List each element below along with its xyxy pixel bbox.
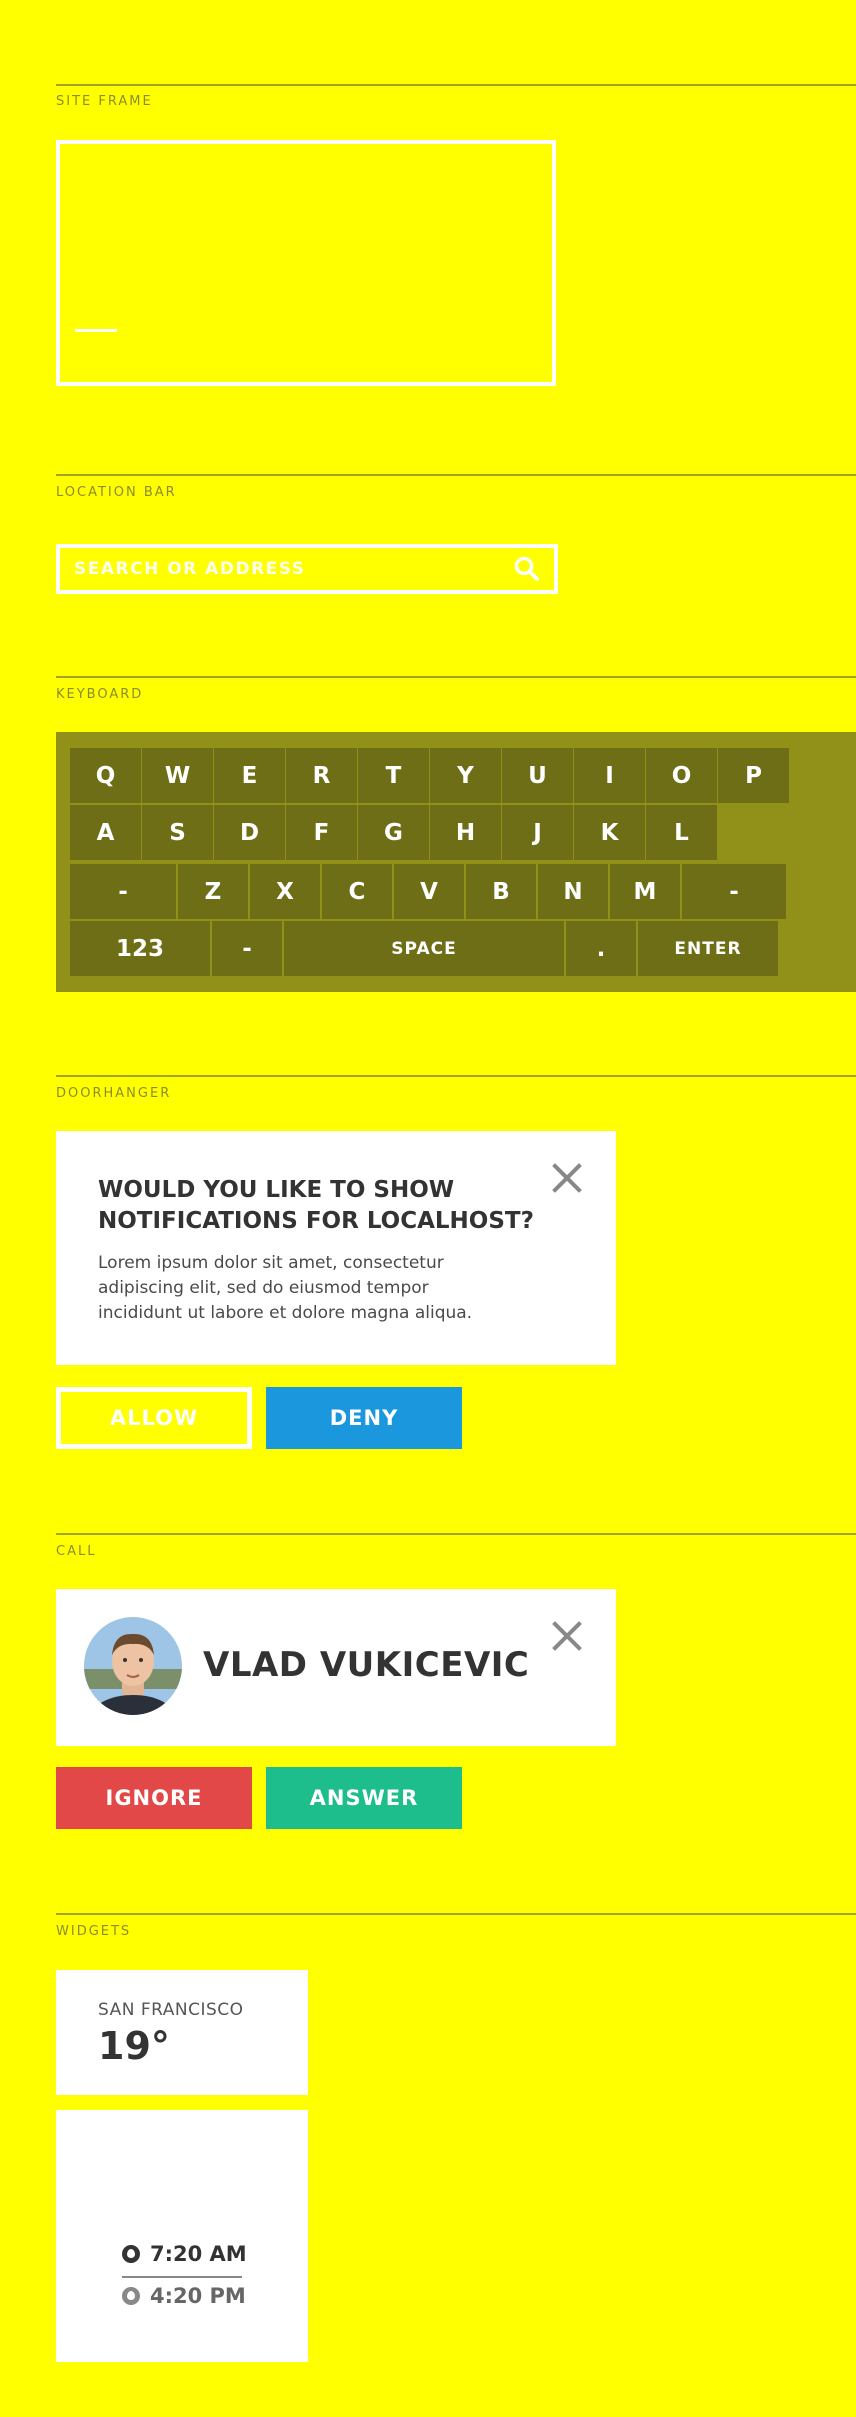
key-i[interactable]: I	[574, 748, 645, 803]
doorhanger-title: WOULD YOU LIKE TO SHOW NOTIFICATIONS FOR…	[98, 1177, 534, 1234]
key-g[interactable]: G	[358, 805, 429, 860]
close-icon[interactable]	[550, 1619, 584, 1653]
answer-button[interactable]: ANSWER	[266, 1767, 462, 1829]
call-panel: VLAD VUKICEVIC	[56, 1589, 616, 1746]
key-l[interactable]: L	[646, 805, 717, 860]
deny-button[interactable]: DENY	[266, 1387, 462, 1449]
caller-name: VLAD VUKICEVIC	[203, 1645, 530, 1685]
key-q[interactable]: Q	[70, 748, 141, 803]
key-e[interactable]: E	[214, 748, 285, 803]
key-dash[interactable]: -	[682, 864, 786, 919]
sunrise-icon	[122, 2245, 140, 2263]
site-frame-dash	[75, 329, 117, 332]
key-dash[interactable]: -	[212, 921, 282, 976]
sun-times-widget: 7:20 AM 4:20 PM	[56, 2110, 308, 2362]
key-a[interactable]: A	[70, 805, 141, 860]
key-enter[interactable]: ENTER	[638, 921, 778, 976]
search-input[interactable]	[60, 558, 512, 580]
location-bar	[56, 544, 558, 594]
divider	[56, 1913, 856, 1915]
ignore-button[interactable]: IGNORE	[56, 1767, 252, 1829]
key-u[interactable]: U	[502, 748, 573, 803]
keyboard: Q W E R T Y U I O P A S D F G H J K L - Z X C V B N M -123- SPACE. EN…	[56, 732, 856, 992]
key-h[interactable]: H	[430, 805, 501, 860]
key-x[interactable]: X	[250, 864, 320, 919]
divider	[56, 1533, 856, 1535]
close-icon[interactable]	[550, 1161, 584, 1195]
section-label-widgets: WIDGETS	[56, 1924, 132, 1939]
divider	[56, 84, 856, 86]
key-t[interactable]: T	[358, 748, 429, 803]
site-frame	[56, 140, 556, 386]
sunset-icon	[122, 2287, 140, 2305]
sun-divider	[122, 2276, 242, 2278]
key-y[interactable]: Y	[430, 748, 501, 803]
weather-city: SAN FRANCISCO	[98, 2000, 244, 2020]
key-b[interactable]: B	[466, 864, 536, 919]
key-v[interactable]: V	[394, 864, 464, 919]
key-f[interactable]: F	[286, 805, 357, 860]
key-z[interactable]: Z	[178, 864, 248, 919]
weather-temperature: 19°	[98, 2024, 170, 2068]
section-label-location-bar: LOCATION BAR	[56, 485, 177, 500]
key-p[interactable]: P	[718, 748, 789, 803]
key-o[interactable]: O	[646, 748, 717, 803]
section-label-call: CALL	[56, 1544, 97, 1559]
allow-button[interactable]: ALLOW	[56, 1387, 252, 1449]
key-dash[interactable]: -	[70, 864, 176, 919]
key-space[interactable]: SPACE	[284, 921, 564, 976]
divider	[56, 676, 856, 678]
avatar	[84, 1617, 182, 1715]
key-m[interactable]: M	[610, 864, 680, 919]
section-label-doorhanger: DOORHANGER	[56, 1086, 172, 1101]
key-period[interactable]: .	[566, 921, 636, 976]
key-n[interactable]: N	[538, 864, 608, 919]
key-123[interactable]: 123	[70, 921, 210, 976]
weather-widget: SAN FRANCISCO 19°	[56, 1970, 308, 2095]
key-r[interactable]: R	[286, 748, 357, 803]
divider	[56, 1075, 856, 1077]
doorhanger-body: Lorem ipsum dolor sit amet, consectetur …	[98, 1253, 473, 1323]
doorhanger-panel: WOULD YOU LIKE TO SHOW NOTIFICATIONS FOR…	[56, 1131, 616, 1365]
key-s[interactable]: S	[142, 805, 213, 860]
section-label-site-frame: SITE FRAME	[56, 94, 153, 109]
key-c[interactable]: C	[322, 864, 392, 919]
section-label-keyboard: KEYBOARD	[56, 687, 144, 702]
search-icon[interactable]	[512, 554, 542, 584]
sunrise-row: 7:20 AM	[122, 2242, 247, 2266]
sunset-time: 4:20 PM	[150, 2284, 246, 2308]
key-w[interactable]: W	[142, 748, 213, 803]
sunrise-time: 7:20 AM	[150, 2242, 247, 2266]
sunset-row: 4:20 PM	[122, 2284, 246, 2308]
divider	[56, 474, 856, 476]
key-j[interactable]: J	[502, 805, 573, 860]
key-d[interactable]: D	[214, 805, 285, 860]
key-k[interactable]: K	[574, 805, 645, 860]
